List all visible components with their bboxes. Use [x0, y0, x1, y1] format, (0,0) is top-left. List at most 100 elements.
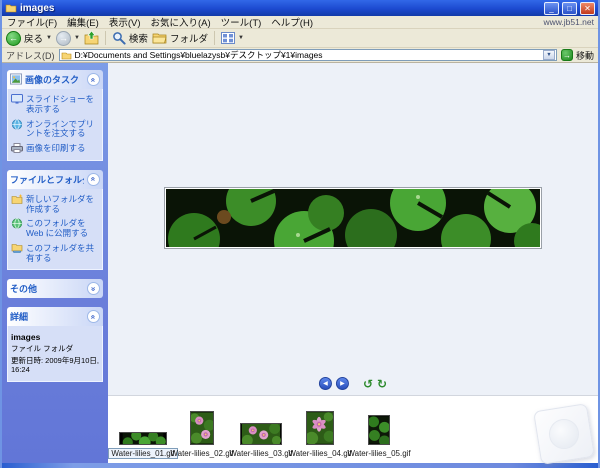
panel-picture-tasks-header[interactable]: 画像のタスク »	[7, 70, 103, 89]
folders-button[interactable]: フォルダ	[152, 31, 208, 45]
task-new-folder[interactable]: 新しいフォルダを作成する	[11, 195, 99, 215]
folder-icon	[61, 51, 72, 60]
thumbnail-water-lilies-04	[306, 411, 334, 445]
menu-favorites[interactable]: お気に入り(A)	[150, 15, 210, 29]
views-icon	[221, 32, 235, 44]
menu-bar: ファイル(F) 編集(E) 表示(V) お気に入り(A) ツール(T) ヘルプ(…	[2, 16, 598, 29]
chevron-up-icon[interactable]: »	[87, 173, 100, 186]
panel-file-folder-tasks-body: 新しいフォルダを作成する このフォルダを Web に公開する	[7, 189, 103, 271]
previous-image-button[interactable]: ◀	[319, 377, 332, 390]
rotate-clockwise-button[interactable]: ↻	[377, 378, 387, 390]
forward-icon: →	[56, 31, 71, 46]
panel-file-folder-tasks-header[interactable]: ファイルとフォルダのタスク »	[7, 170, 103, 189]
panel-details-body: images ファイル フォルダ 更新日時: 2009年9月10日, 16:24	[7, 326, 103, 381]
chevron-down-icon[interactable]: »	[87, 282, 100, 295]
window-bottom-border	[2, 463, 598, 468]
task-publish-web[interactable]: このフォルダを Web に公開する	[11, 219, 99, 239]
task-label: 新しいフォルダを作成する	[26, 195, 99, 215]
filmstrip-preview-zone: ◀ ▶ ↺ ↻	[108, 63, 598, 395]
picture-tasks-icon	[10, 73, 22, 85]
address-dropdown-icon[interactable]: ▼	[543, 50, 555, 60]
file-item[interactable]: Water-lilies_02.gif	[173, 411, 231, 459]
panel-picture-tasks-body: スライドショーを表示する オンラインでプリントを注文する	[7, 89, 103, 161]
thumbnail-water-lilies-01	[119, 432, 167, 445]
minimize-button[interactable]: _	[544, 2, 559, 15]
task-view-slideshow[interactable]: スライドショーを表示する	[11, 95, 99, 115]
slideshow-icon	[11, 94, 23, 104]
menu-edit[interactable]: 編集(E)	[67, 15, 99, 29]
explorer-window: images _ □ ✕ ファイル(F) 編集(E) 表示(V) お気に入り(A…	[0, 0, 600, 468]
content-area: ◀ ▶ ↺ ↻ Water-lilies_01.gif	[108, 63, 598, 463]
file-item[interactable]: Water-lilies_05.gif	[350, 415, 408, 459]
print-icon	[11, 143, 23, 153]
menu-help[interactable]: ヘルプ(H)	[271, 15, 313, 29]
folder-icon	[5, 3, 17, 13]
panel-title: 画像のタスク	[25, 73, 84, 86]
panel-other-places: その他 »	[7, 279, 103, 298]
preview-image	[164, 187, 542, 249]
folders-icon	[152, 32, 167, 44]
water-lilies-preview-photo	[166, 189, 540, 247]
back-label: 戻る	[24, 31, 43, 45]
thumbnail-water-lilies-05	[368, 415, 390, 445]
up-icon	[84, 31, 99, 45]
close-button[interactable]: ✕	[580, 2, 595, 15]
thumbnail-water-lilies-02	[190, 411, 214, 445]
go-button[interactable]: → 移動	[561, 49, 594, 62]
file-item[interactable]: Water-lilies_03.gif	[232, 423, 290, 459]
panel-title: ファイルとフォルダのタスク	[10, 173, 84, 186]
address-path: D:¥Documents and Settings¥bluelazysb¥デスク…	[75, 49, 540, 61]
chevron-up-icon[interactable]: »	[87, 73, 100, 86]
details-folder-type: ファイル フォルダ	[11, 344, 99, 353]
task-order-prints[interactable]: オンラインでプリントを注文する	[11, 120, 99, 140]
up-button[interactable]	[84, 31, 99, 45]
rotate-counterclockwise-button[interactable]: ↺	[363, 378, 373, 390]
views-button[interactable]: ▼	[221, 32, 244, 44]
panel-file-folder-tasks: ファイルとフォルダのタスク » 新しいフォルダを作成する	[7, 170, 103, 271]
details-folder-name: images	[11, 332, 99, 342]
chevron-up-icon[interactable]: »	[87, 310, 100, 323]
file-item[interactable]: Water-lilies_01.gif	[114, 432, 172, 459]
watermark-logo-circle	[547, 417, 581, 451]
site-watermark: www.jb51.net	[543, 17, 594, 27]
title-bar: images _ □ ✕	[2, 0, 598, 16]
maximize-button[interactable]: □	[562, 2, 577, 15]
go-label: 移動	[576, 49, 594, 62]
back-button[interactable]: ← 戻る ▼	[6, 31, 52, 46]
go-icon: →	[561, 49, 573, 61]
forward-dropdown-icon[interactable]: ▼	[74, 35, 80, 41]
toolbar-separator	[105, 31, 106, 45]
watermark-logo	[533, 403, 595, 465]
task-label: スライドショーを表示する	[26, 95, 99, 115]
file-item[interactable]: Water-lilies_04.gif	[291, 411, 349, 459]
task-label: オンラインでプリントを注文する	[26, 120, 99, 140]
menu-file[interactable]: ファイル(F)	[7, 15, 57, 29]
task-label: 画像を印刷する	[26, 144, 86, 154]
address-label: アドレス(D)	[6, 49, 55, 62]
toolbar-separator	[214, 31, 215, 45]
panel-title: 詳細	[10, 310, 84, 323]
address-bar: アドレス(D) D:¥Documents and Settings¥bluela…	[2, 48, 598, 63]
next-image-button[interactable]: ▶	[336, 377, 349, 390]
task-share-folder[interactable]: このフォルダを共有する	[11, 244, 99, 264]
back-icon: ←	[6, 31, 21, 46]
back-dropdown-icon[interactable]: ▼	[46, 35, 52, 41]
views-dropdown-icon[interactable]: ▼	[238, 35, 244, 41]
search-button[interactable]: 検索	[112, 31, 148, 45]
menu-view[interactable]: 表示(V)	[109, 15, 141, 29]
window-body: 画像のタスク » スライドショーを表示する	[2, 63, 598, 463]
window-title: images	[20, 3, 541, 14]
panel-details: 詳細 » images ファイル フォルダ 更新日時: 2009年9月10日, …	[7, 307, 103, 381]
filmstrip-thumbnails: Water-lilies_01.gif Water-lilies_02.gif	[108, 395, 598, 463]
panel-details-header[interactable]: 詳細 »	[7, 307, 103, 326]
task-print-pictures[interactable]: 画像を印刷する	[11, 144, 99, 154]
search-icon	[112, 31, 126, 45]
details-modified: 更新日時: 2009年9月10日, 16:24	[11, 356, 99, 375]
menu-tools[interactable]: ツール(T)	[221, 15, 262, 29]
address-input[interactable]: D:¥Documents and Settings¥bluelazysb¥デスク…	[59, 49, 557, 61]
thumbnail-water-lilies-03	[240, 423, 282, 445]
task-pane: 画像のタスク » スライドショーを表示する	[2, 63, 108, 463]
share-folder-icon	[11, 243, 23, 253]
panel-other-places-header[interactable]: その他 »	[7, 279, 103, 298]
forward-button[interactable]: → ▼	[56, 31, 80, 46]
